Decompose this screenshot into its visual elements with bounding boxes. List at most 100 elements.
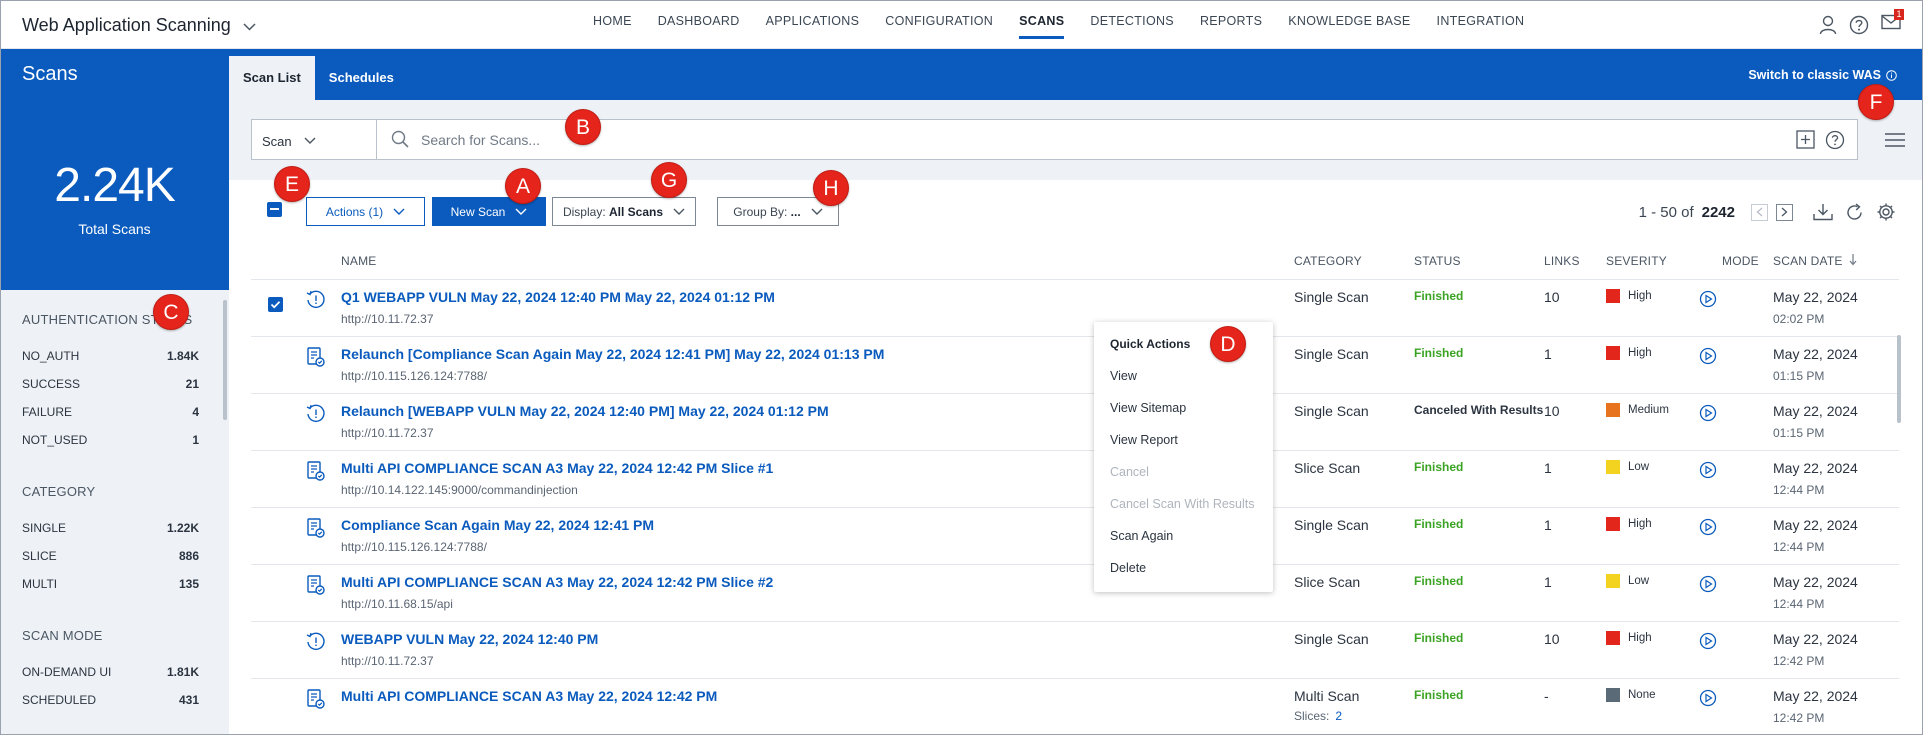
scan-name-link[interactable]: Multi API COMPLIANCE SCAN A3 May 22, 202… bbox=[341, 574, 773, 590]
switch-classic-label: Switch to classic WAS bbox=[1748, 68, 1881, 82]
mail-button[interactable]: 1 bbox=[1881, 9, 1904, 35]
search-scope-dropdown[interactable]: Scan bbox=[252, 120, 377, 159]
nav-integration[interactable]: INTEGRATION bbox=[1424, 0, 1538, 49]
sidebar-scrollbar[interactable] bbox=[223, 300, 227, 420]
scan-name-link[interactable]: Compliance Scan Again May 22, 2024 12:41… bbox=[341, 517, 654, 533]
quick-action-view-report[interactable]: View Report bbox=[1110, 433, 1178, 447]
scan-status: Canceled With Results bbox=[1414, 403, 1544, 417]
facet-row[interactable]: SINGLE 1.22K bbox=[22, 521, 199, 535]
scan-target-url: http://10.11.72.37 bbox=[341, 312, 434, 326]
table-row[interactable]: Multi API COMPLIANCE SCAN A3 May 22, 202… bbox=[251, 450, 1899, 507]
nav-applications[interactable]: APPLICATIONS bbox=[753, 0, 873, 49]
add-icon[interactable] bbox=[1796, 130, 1815, 149]
scan-name-link[interactable]: WEBAPP VULN May 22, 2024 12:40 PM bbox=[341, 631, 598, 647]
severity-swatch bbox=[1606, 517, 1620, 531]
severity-indicator: High bbox=[1606, 631, 1652, 645]
facet-label: NO_AUTH bbox=[22, 349, 80, 363]
app-switcher[interactable]: Web Application Scanning bbox=[22, 15, 256, 36]
table-row[interactable]: Q1 WEBAPP VULN May 22, 2024 12:40 PM May… bbox=[251, 279, 1899, 336]
group-value: ... bbox=[790, 204, 801, 219]
facet-row[interactable]: SUCCESS 21 bbox=[22, 377, 199, 391]
menu-icon[interactable] bbox=[1885, 132, 1905, 148]
display-value: All Scans bbox=[609, 204, 664, 219]
prev-page-button[interactable] bbox=[1751, 203, 1768, 221]
slices-count-link[interactable]: 2 bbox=[1335, 709, 1342, 723]
table-row[interactable]: Compliance Scan Again May 22, 2024 12:41… bbox=[251, 507, 1899, 564]
col-links[interactable]: LINKS bbox=[1544, 254, 1580, 268]
table-scrollbar[interactable] bbox=[1897, 335, 1901, 423]
tab-scan-list[interactable]: Scan List bbox=[229, 56, 315, 100]
col-category[interactable]: CATEGORY bbox=[1294, 254, 1362, 268]
settings-gear-icon[interactable] bbox=[1876, 202, 1896, 222]
compliance-scan-icon bbox=[306, 575, 326, 601]
nav-scans[interactable]: SCANS bbox=[1006, 0, 1077, 49]
play-mode-icon bbox=[1699, 461, 1717, 484]
facet-row[interactable]: NO_AUTH 1.84K bbox=[22, 349, 199, 363]
severity-indicator: Low bbox=[1606, 460, 1649, 474]
display-filter-dropdown[interactable]: Display: All Scans bbox=[552, 197, 696, 226]
next-page-button[interactable] bbox=[1776, 203, 1793, 221]
nav-dashboard[interactable]: DASHBOARD bbox=[645, 0, 753, 49]
scan-name-link[interactable]: Multi API COMPLIANCE SCAN A3 May 22, 202… bbox=[341, 460, 773, 476]
facet-row[interactable]: FAILURE 4 bbox=[22, 405, 199, 419]
severity-indicator: Low bbox=[1606, 574, 1649, 588]
nav-home[interactable]: HOME bbox=[580, 0, 645, 49]
select-all-checkbox[interactable] bbox=[267, 202, 282, 217]
total-count: 2242 bbox=[1701, 203, 1735, 221]
table-row[interactable]: Relaunch [Compliance Scan Again May 22, … bbox=[251, 336, 1899, 393]
facet-sidebar: 2.24K Total Scans AUTHENTICATION STATUS … bbox=[0, 100, 229, 735]
scan-date: May 22, 2024 bbox=[1773, 289, 1858, 305]
nav-knowledge-base[interactable]: KNOWLEDGE BASE bbox=[1275, 0, 1423, 49]
scan-name-link[interactable]: Relaunch [Compliance Scan Again May 22, … bbox=[341, 346, 884, 362]
scan-time: 12:44 PM bbox=[1773, 483, 1825, 497]
table-row[interactable]: Multi API COMPLIANCE SCAN A3 May 22, 202… bbox=[251, 678, 1899, 735]
scan-target-url: http://10.14.122.145:9000/commandinjecti… bbox=[341, 483, 578, 497]
facet-label: SLICE bbox=[22, 549, 57, 563]
quick-action-delete[interactable]: Delete bbox=[1110, 561, 1146, 575]
chevron-down-icon bbox=[304, 137, 316, 144]
col-severity[interactable]: SEVERITY bbox=[1606, 254, 1667, 268]
webapp-scan-icon bbox=[306, 290, 326, 315]
chevron-right-icon bbox=[1781, 207, 1788, 217]
scan-time: 12:42 PM bbox=[1773, 654, 1825, 668]
help-icon[interactable] bbox=[1825, 130, 1845, 150]
quick-action-scan-again[interactable]: Scan Again bbox=[1110, 529, 1173, 543]
facet-count: 886 bbox=[178, 549, 199, 563]
quick-action-view[interactable]: View bbox=[1110, 369, 1137, 383]
sort-down-icon bbox=[1849, 254, 1857, 266]
col-name[interactable]: NAME bbox=[341, 254, 376, 268]
scan-links-count: 10 bbox=[1544, 289, 1560, 305]
user-icon[interactable] bbox=[1819, 15, 1837, 35]
facet-row[interactable]: ON-DEMAND UI 1.81K bbox=[22, 665, 199, 679]
scan-name-link[interactable]: Relaunch [WEBAPP VULN May 22, 2024 12:40… bbox=[341, 403, 829, 419]
download-icon[interactable] bbox=[1813, 203, 1833, 221]
row-checkbox[interactable] bbox=[268, 297, 283, 312]
table-row[interactable]: Multi API COMPLIANCE SCAN A3 May 22, 202… bbox=[251, 564, 1899, 621]
play-mode-icon bbox=[1699, 632, 1717, 655]
col-mode[interactable]: MODE bbox=[1722, 254, 1759, 268]
nav-reports[interactable]: REPORTS bbox=[1187, 0, 1275, 49]
scan-status: Finished bbox=[1414, 346, 1464, 360]
help-icon[interactable] bbox=[1849, 15, 1869, 35]
quick-action-view-sitemap[interactable]: View Sitemap bbox=[1110, 401, 1186, 415]
table-row[interactable]: WEBAPP VULN May 22, 2024 12:40 PM http://… bbox=[251, 621, 1899, 678]
search-input[interactable] bbox=[421, 120, 1796, 159]
col-scan-date[interactable]: SCAN DATE bbox=[1773, 254, 1857, 268]
facet-row[interactable]: NOT_USED 1 bbox=[22, 433, 199, 447]
facet-row[interactable]: SCHEDULED 431 bbox=[22, 693, 199, 707]
severity-indicator: Medium bbox=[1606, 403, 1669, 417]
facet-row[interactable]: MULTI 135 bbox=[22, 577, 199, 591]
table-row[interactable]: Relaunch [WEBAPP VULN May 22, 2024 12:40… bbox=[251, 393, 1899, 450]
switch-classic-link[interactable]: Switch to classic WAS bbox=[1748, 68, 1897, 82]
actions-button[interactable]: Actions (1) bbox=[306, 197, 425, 226]
scan-name-link[interactable]: Multi API COMPLIANCE SCAN A3 May 22, 202… bbox=[341, 688, 717, 704]
refresh-icon[interactable] bbox=[1845, 202, 1864, 222]
col-status[interactable]: STATUS bbox=[1414, 254, 1461, 268]
facet-row[interactable]: SLICE 886 bbox=[22, 549, 199, 563]
nav-detections[interactable]: DETECTIONS bbox=[1077, 0, 1187, 49]
scan-name-link[interactable]: Q1 WEBAPP VULN May 22, 2024 12:40 PM May… bbox=[341, 289, 775, 305]
nav-configuration[interactable]: CONFIGURATION bbox=[872, 0, 1006, 49]
tab-schedules[interactable]: Schedules bbox=[315, 56, 408, 100]
severity-swatch bbox=[1606, 289, 1620, 303]
facet-label: FAILURE bbox=[22, 405, 73, 419]
